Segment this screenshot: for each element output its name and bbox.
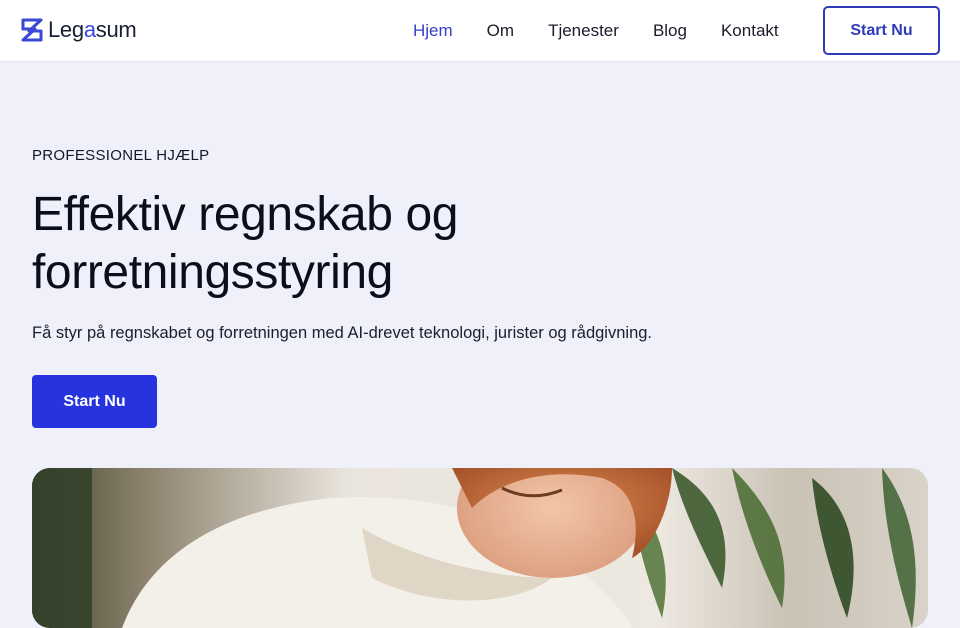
hero-photo-illustration — [32, 468, 928, 628]
main-nav: Hjem Om Tjenester Blog Kontakt — [396, 0, 796, 62]
nav-item-blog[interactable]: Blog — [636, 0, 704, 62]
hero-eyebrow: PROFESSIONEL HJÆLP — [32, 147, 210, 164]
nav-item-hjem[interactable]: Hjem — [396, 0, 470, 62]
hero-headline: Effektiv regnskab og forretningsstyring — [32, 186, 632, 302]
nav-item-om[interactable]: Om — [470, 0, 531, 62]
logo-mark-icon — [21, 18, 43, 42]
hero-headline-line-1: Effektiv regnskab og — [32, 188, 459, 241]
hero-subtext: Få styr på regnskabet og forretningen me… — [32, 324, 653, 342]
site-header: Legasum Hjem Om Tjenester Blog Kontakt S… — [0, 0, 960, 62]
nav-item-tjenester[interactable]: Tjenester — [531, 0, 636, 62]
hero-start-button[interactable]: Start Nu — [32, 375, 157, 428]
header-start-button[interactable]: Start Nu — [823, 6, 940, 55]
logo-text: Legasum — [48, 17, 137, 42]
logo[interactable]: Legasum — [20, 16, 137, 44]
hero-headline-line-2: forretningsstyring — [32, 246, 393, 299]
nav-item-kontakt[interactable]: Kontakt — [704, 0, 796, 62]
hero-photo — [32, 468, 928, 628]
